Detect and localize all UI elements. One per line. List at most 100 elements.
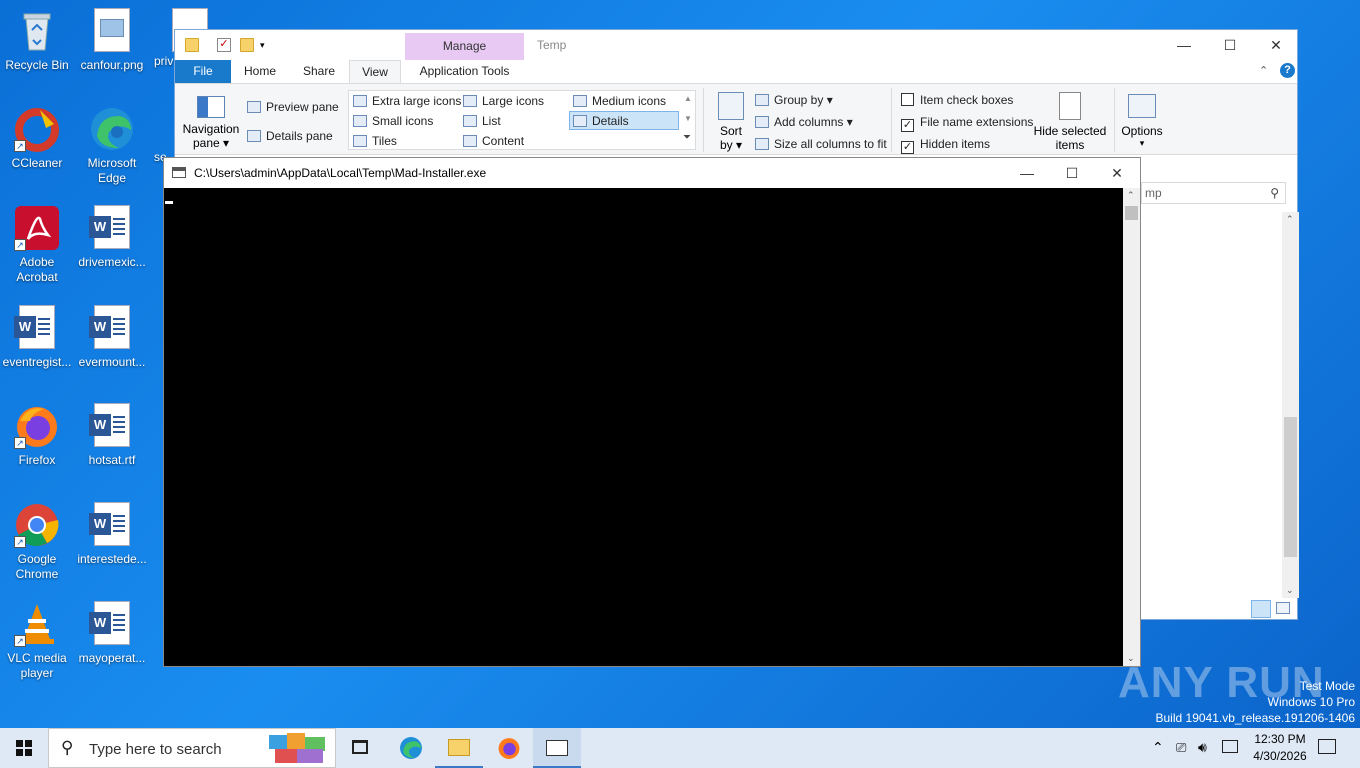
tab-view[interactable]: View (349, 60, 401, 83)
layout-extra-large-icons[interactable]: Extra large icons (353, 94, 461, 108)
file-name-extensions-checkbox[interactable]: ✓ (901, 119, 914, 132)
scrollbar-thumb[interactable] (1284, 417, 1297, 557)
start-button[interactable] (0, 728, 48, 768)
preview-pane-button[interactable]: Preview pane (247, 100, 339, 114)
clock-time: 12:30 PM (1254, 732, 1306, 746)
sort-by-button[interactable]: Sort by ▾ (713, 90, 749, 152)
large-icons-view-icon[interactable] (1276, 602, 1290, 614)
search-input-text: mp (1145, 186, 1162, 200)
hidden-items-toggle[interactable]: ✓ Hidden items (901, 137, 990, 154)
hidden-items-checkbox[interactable]: ✓ (901, 141, 914, 154)
desktop-icon-vlc[interactable]: ↗ VLC media player (0, 601, 74, 681)
recycle-bin-icon (14, 8, 60, 54)
add-columns-label: Add columns (774, 115, 844, 129)
options-button[interactable]: Options ▾ (1119, 90, 1165, 149)
hide-selected-items-button[interactable]: Hide selected items (1033, 90, 1107, 152)
search-input[interactable]: mp ⚲ (1141, 182, 1286, 204)
minimize-icon[interactable]: — (1004, 162, 1050, 184)
ribbon-separator (891, 88, 892, 152)
minimize-icon[interactable]: — (1161, 34, 1207, 56)
scroll-up-icon[interactable]: ⌃ (1286, 214, 1294, 225)
show-hidden-icons-chevron-icon[interactable]: ⌃ (1152, 739, 1164, 768)
notification-center-icon[interactable] (1318, 739, 1336, 754)
content-icon (463, 135, 477, 147)
tab-share[interactable]: Share (293, 60, 345, 83)
maximize-icon[interactable]: ☐ (1049, 162, 1095, 184)
console-scrollbar[interactable]: ⌃ ⌄ (1123, 188, 1140, 666)
shortcut-arrow-icon: ↗ (14, 437, 26, 449)
layout-medium-icons[interactable]: Medium icons (573, 94, 666, 108)
desktop-icon-recycle-bin[interactable]: Recycle Bin (0, 8, 74, 73)
navigation-pane-button[interactable]: Navigation pane ▾ (181, 90, 241, 152)
desktop-icon-evermount[interactable]: W evermount... (75, 305, 149, 370)
size-all-columns-button[interactable]: Size all columns to fit (755, 137, 887, 151)
tab-application-tools[interactable]: Application Tools (405, 60, 524, 83)
layout-details[interactable]: Details (573, 114, 629, 128)
system-clock[interactable]: 12:30 PM 4/30/2026 (1245, 731, 1315, 765)
desktop-icon-microsoft-edge[interactable]: Microsoft Edge (75, 106, 149, 186)
desktop-icon-drivemexic[interactable]: W drivemexic... (75, 205, 149, 270)
scroll-down-icon[interactable]: ⌄ (1286, 585, 1294, 596)
desktop-icon-hotsat[interactable]: W hotsat.rtf (75, 403, 149, 468)
details-view-icon[interactable] (1251, 600, 1271, 618)
gallery-scroll-down-icon[interactable]: ▼ (684, 114, 692, 123)
explorer-scrollbar[interactable]: ⌃ ⌄ (1282, 212, 1299, 598)
taskbar-console[interactable] (533, 728, 581, 768)
group-by-button[interactable]: Group by ▾ (755, 93, 833, 107)
layout-tiles[interactable]: Tiles (353, 134, 397, 148)
desktop-icon-canfour[interactable]: canfour.png (75, 8, 149, 73)
item-check-boxes-toggle[interactable]: Item check boxes (901, 93, 1013, 107)
layout-content[interactable]: Content (463, 134, 524, 148)
volume-icon[interactable]: 🔊︎ (1198, 739, 1207, 768)
taskbar-firefox[interactable] (485, 728, 533, 768)
layout-small-icons[interactable]: Small icons (353, 114, 433, 128)
desktop-icon-label: mayoperat... (78, 651, 146, 665)
layout-large-icons[interactable]: Large icons (463, 94, 544, 108)
taskbar-file-explorer[interactable] (435, 728, 483, 768)
scrollbar-thumb[interactable] (1125, 206, 1138, 220)
hide-selected-label-2: items (1055, 138, 1085, 152)
close-icon[interactable]: ✕ (1253, 34, 1299, 56)
tab-file[interactable]: File (175, 60, 231, 83)
build-line: Build 19041.vb_release.191206-1406 (1155, 711, 1356, 725)
console-window-title: C:\Users\admin\AppData\Local\Temp\Mad-In… (194, 166, 487, 180)
gallery-more-icon[interactable]: ⏷ (683, 132, 691, 143)
desktop-icon-firefox[interactable]: ↗ Firefox (0, 403, 74, 468)
desktop-icon-eventregist[interactable]: W eventregist... (0, 305, 74, 370)
new-folder-icon[interactable] (240, 38, 254, 52)
desktop-icon-adobe-acrobat[interactable]: ↗ Adobe Acrobat (0, 205, 74, 285)
taskbar-search-box[interactable]: ⚲ Type here to search (48, 728, 336, 768)
collapse-ribbon-icon[interactable]: ⌃ (1259, 64, 1268, 77)
desktop-icon-label: Recycle Bin (5, 58, 69, 72)
network-icon[interactable] (1222, 740, 1238, 753)
taskbar-edge[interactable] (387, 728, 435, 768)
maximize-icon[interactable]: ☐ (1207, 34, 1253, 56)
manage-tab-header[interactable]: Manage (405, 33, 524, 60)
file-name-extensions-toggle[interactable]: ✓ File name extensions (901, 115, 1033, 132)
close-icon[interactable]: ✕ (1094, 162, 1140, 184)
help-icon[interactable]: ? (1280, 63, 1295, 78)
desktop-icon-mayoperat[interactable]: W mayoperat... (75, 601, 149, 666)
gallery-scroll-up-icon[interactable]: ▲ (684, 94, 692, 103)
scroll-up-icon[interactable]: ⌃ (1127, 190, 1135, 201)
add-columns-button[interactable]: Add columns ▾ (755, 115, 853, 129)
taskbar-search-placeholder: Type here to search (89, 741, 222, 758)
dropdown-arrow-icon: ▾ (843, 115, 853, 129)
edge-icon (89, 106, 135, 152)
tab-home[interactable]: Home (235, 60, 285, 83)
meet-now-icon[interactable]: ⎚ (1176, 740, 1186, 768)
desktop-icon-google-chrome[interactable]: ↗ Google Chrome (0, 502, 74, 582)
preview-pane-label: Preview pane (266, 100, 339, 114)
properties-checkmark-icon[interactable]: ✓ (217, 38, 231, 52)
layout-list[interactable]: List (463, 114, 501, 128)
task-view-button[interactable] (336, 728, 384, 768)
explorer-title-bar[interactable]: ✓ ▾ Manage Temp — ☐ ✕ (175, 30, 1297, 60)
firefox-icon: ↗ (14, 403, 60, 449)
console-window[interactable]: C:\Users\admin\AppData\Local\Temp\Mad-In… (163, 157, 1141, 667)
desktop-icon-interestede[interactable]: W interestede... (75, 502, 149, 567)
desktop-icon-ccleaner[interactable]: ↗ CCleaner (0, 106, 74, 171)
customize-quick-access-icon[interactable]: ▾ (260, 38, 274, 52)
item-check-boxes-checkbox[interactable] (901, 93, 914, 106)
details-pane-button[interactable]: Details pane (247, 129, 333, 143)
console-title-bar[interactable]: C:\Users\admin\AppData\Local\Temp\Mad-In… (164, 158, 1140, 188)
